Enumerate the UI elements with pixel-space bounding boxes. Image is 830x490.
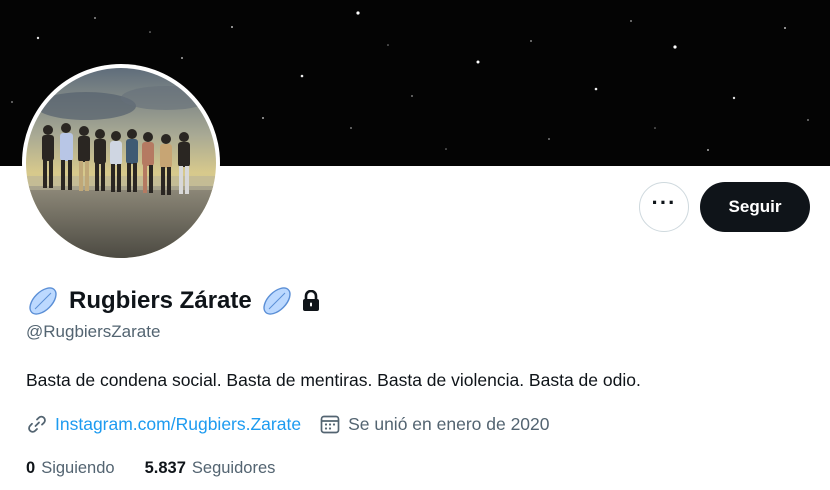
avatar-group-photo	[26, 68, 216, 258]
protected-lock-icon[interactable]	[302, 290, 320, 312]
link-icon	[28, 415, 46, 433]
more-options-button[interactable]: ···	[639, 182, 689, 232]
profile-avatar[interactable]	[22, 64, 220, 262]
profile-handle: @RugbiersZarate	[26, 322, 161, 341]
following-count: 0	[26, 459, 36, 477]
profile-bio: Basta de condena social. Basta de mentir…	[26, 370, 641, 390]
rugby-ball-icon	[263, 287, 291, 315]
following-link[interactable]: 0 Siguiendo	[26, 459, 115, 478]
calendar-icon	[320, 415, 340, 434]
followers-count: 5.837	[144, 459, 186, 477]
website-link[interactable]: Instagram.com/Rugbiers.Zarate	[55, 414, 301, 435]
followers-link[interactable]: 5.837 Seguidores	[145, 459, 276, 478]
more-options-icon: ···	[651, 190, 677, 215]
following-label: Siguiendo	[41, 459, 115, 477]
rugby-ball-icon	[29, 287, 57, 315]
follow-button[interactable]: Seguir	[700, 182, 810, 232]
profile-stats: 0 Siguiendo 5.837 Seguidores	[26, 459, 275, 478]
profile-meta-row: Instagram.com/Rugbiers.Zarate Se unió en…	[26, 413, 550, 435]
profile-name-row: Rugbiers Zárate	[26, 284, 320, 318]
followers-label: Seguidores	[191, 459, 276, 477]
display-name: Rugbiers Zárate	[69, 287, 252, 314]
joined-date: Se unió en enero de 2020	[348, 413, 550, 434]
